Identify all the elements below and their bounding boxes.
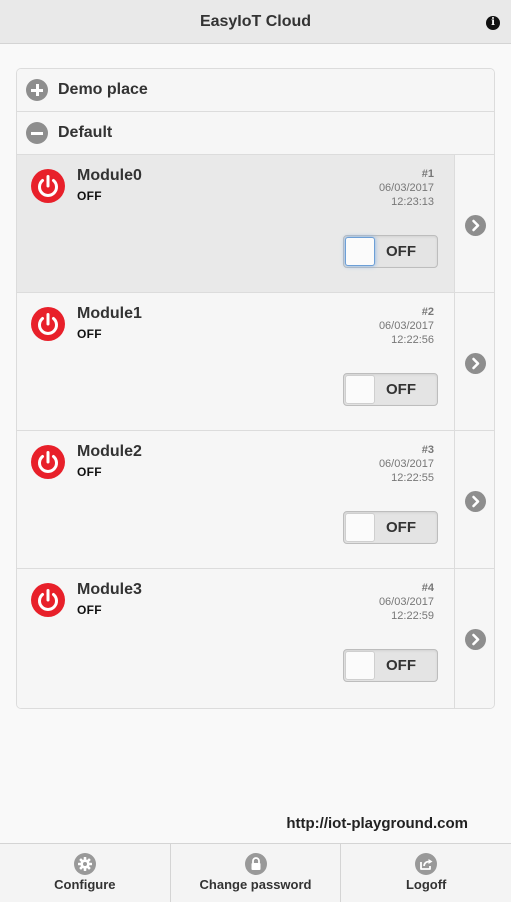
module-state: OFF (77, 189, 102, 203)
module-main[interactable]: Module3 OFF #4 06/03/2017 12:22:59 OFF (17, 569, 455, 708)
app-header: EasyIoT Cloud i (0, 0, 511, 44)
module-state: OFF (77, 603, 102, 617)
module-name: Module0 (77, 167, 142, 184)
configure-button[interactable]: Configure (0, 844, 171, 902)
toggle-knob[interactable] (345, 513, 375, 542)
module-meta: #4 06/03/2017 12:22:59 (379, 581, 434, 623)
site-url[interactable]: http://iot-playground.com (286, 815, 468, 832)
toggle-label: OFF (386, 519, 416, 536)
plus-icon (26, 79, 48, 101)
module-meta: #3 06/03/2017 12:22:55 (379, 443, 434, 485)
power-icon (31, 169, 65, 203)
module-time: 12:22:59 (391, 610, 434, 622)
module-row-0: Module0 OFF #1 06/03/2017 12:23:13 OFF (17, 155, 494, 293)
module-state: OFF (77, 465, 102, 479)
module-time: 12:22:56 (391, 334, 434, 346)
logoff-label: Logoff (405, 877, 447, 892)
info-icon[interactable]: i (486, 16, 500, 30)
power-icon (31, 583, 65, 617)
module-main[interactable]: Module2 OFF #3 06/03/2017 12:22:55 OFF (17, 431, 455, 568)
module-name: Module2 (77, 443, 142, 460)
module-time: 12:22:55 (391, 472, 434, 484)
toggle-knob[interactable] (345, 237, 375, 266)
minus-icon (26, 122, 48, 144)
module-detail-button[interactable] (455, 293, 494, 430)
places-list: Demo place Default Module0 OFF #1 06/03/… (16, 68, 495, 709)
module-date: 06/03/2017 (378, 596, 434, 608)
change-password-label: Change password (199, 877, 312, 892)
module-number: #3 (421, 444, 434, 456)
chevron-right-icon (465, 353, 486, 374)
module-toggle[interactable]: OFF (343, 511, 438, 544)
module-number: #4 (421, 582, 434, 594)
group-label: Default (58, 124, 113, 141)
module-toggle[interactable]: OFF (343, 235, 438, 268)
chevron-right-icon (465, 215, 486, 236)
configure-label: Configure (54, 877, 116, 892)
module-time: 12:23:13 (391, 196, 434, 208)
toggle-knob[interactable] (345, 375, 375, 404)
toggle-label: OFF (386, 381, 416, 398)
group-label: Demo place (58, 81, 148, 98)
logoff-icon (415, 853, 438, 875)
module-main[interactable]: Module0 OFF #1 06/03/2017 12:23:13 OFF (17, 155, 455, 292)
page-title: EasyIoT Cloud (199, 12, 312, 30)
module-detail-button[interactable] (455, 431, 494, 568)
module-date: 06/03/2017 (378, 182, 434, 194)
toggle-label: OFF (386, 657, 416, 674)
lock-icon (244, 853, 267, 875)
module-number: #2 (421, 306, 434, 318)
chevron-right-icon (465, 491, 486, 512)
module-main[interactable]: Module1 OFF #2 06/03/2017 12:22:56 OFF (17, 293, 455, 430)
module-detail-button[interactable] (455, 569, 494, 708)
module-name: Module3 (77, 581, 142, 598)
module-name: Module1 (77, 305, 142, 322)
module-meta: #1 06/03/2017 12:23:13 (379, 167, 434, 209)
module-date: 06/03/2017 (378, 320, 434, 332)
logoff-button[interactable]: Logoff (341, 844, 511, 902)
module-row-1: Module1 OFF #2 06/03/2017 12:22:56 OFF (17, 293, 494, 431)
module-meta: #2 06/03/2017 12:22:56 (379, 305, 434, 347)
module-detail-button[interactable] (455, 155, 494, 292)
toggle-label: OFF (386, 243, 416, 260)
module-date: 06/03/2017 (378, 458, 434, 470)
toggle-knob[interactable] (345, 651, 375, 680)
gear-icon (73, 853, 96, 875)
module-row-2: Module2 OFF #3 06/03/2017 12:22:55 OFF (17, 431, 494, 569)
power-icon (31, 445, 65, 479)
module-toggle[interactable]: OFF (343, 649, 438, 682)
group-demo-place[interactable]: Demo place (17, 69, 494, 112)
footer-nav: Configure Change password Logoff (0, 843, 511, 902)
module-state: OFF (77, 327, 102, 341)
power-icon (31, 307, 65, 341)
group-default[interactable]: Default (17, 112, 494, 155)
module-toggle[interactable]: OFF (343, 373, 438, 406)
module-row-3: Module3 OFF #4 06/03/2017 12:22:59 OFF (17, 569, 494, 708)
module-number: #1 (421, 168, 434, 180)
change-password-button[interactable]: Change password (170, 844, 342, 902)
chevron-right-icon (465, 629, 486, 650)
